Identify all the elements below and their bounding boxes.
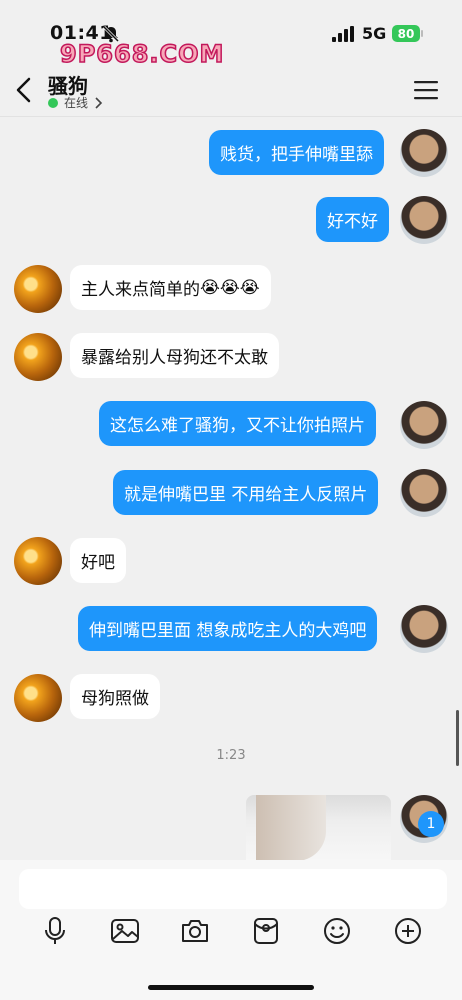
plus-icon[interactable] [393,916,423,946]
my-avatar[interactable] [400,401,448,449]
camera-icon[interactable] [180,916,210,946]
battery-icon: 80 [392,25,420,42]
signal-icon [332,26,354,42]
crying-emoji: 😭😭😭 [200,277,260,298]
contact-avatar[interactable] [14,265,62,313]
mic-icon[interactable] [40,916,70,946]
my-avatar[interactable] [400,605,448,653]
message-text: 主人来点简单的 [81,280,200,300]
my-avatar[interactable] [400,129,448,177]
message-timestamp: 1:23 [216,748,246,763]
message-bubble-out[interactable]: 伸到嘴巴里面 想象成吃主人的大鸡吧 [78,606,378,651]
battery-tip [421,30,423,37]
message-input[interactable] [19,869,447,909]
battery-level: 80 [397,26,415,41]
image-message[interactable] [246,795,391,861]
message-bubble-in[interactable]: 母狗照做 [70,674,160,719]
emoji-icon[interactable] [322,916,352,946]
message-bubble-out[interactable]: 贱货，把手伸嘴里舔 [209,130,384,175]
message-bubble-out[interactable]: 这怎么难了骚狗，又不让你拍照片 [99,401,376,446]
presence-status[interactable]: 在线 [48,94,104,111]
red-packet-icon[interactable] [251,916,281,946]
chevron-right-icon [95,96,103,109]
message-bubble-in[interactable]: 主人来点简单的 😭😭😭 [70,265,271,310]
my-avatar[interactable] [400,196,448,244]
back-icon[interactable] [14,76,34,104]
message-bubble-out[interactable]: 就是伸嘴巴里 不用给主人反照片 [113,470,379,515]
chat-header: 骚狗 在线 [0,64,462,117]
input-area [0,860,462,1000]
contact-avatar[interactable] [14,333,62,381]
message-bubble-in[interactable]: 好吧 [70,538,126,583]
status-bar: 01:41 9P668.COM 5G 80 [0,0,462,69]
message-bubble-in[interactable]: 暴露给别人母狗还不太敢 [70,333,279,378]
scrollbar[interactable] [456,710,459,766]
presence-label: 在线 [64,96,89,110]
menu-icon[interactable] [414,80,438,100]
image-icon[interactable] [110,916,140,946]
network-type: 5G [362,24,387,43]
online-dot-icon [48,97,58,108]
unread-badge[interactable]: 1 [418,811,444,837]
home-indicator[interactable] [148,985,314,990]
contact-avatar[interactable] [14,674,62,722]
contact-avatar[interactable] [14,537,62,585]
my-avatar[interactable] [400,469,448,517]
message-bubble-out[interactable]: 好不好 [316,197,389,242]
image-content [256,795,326,861]
